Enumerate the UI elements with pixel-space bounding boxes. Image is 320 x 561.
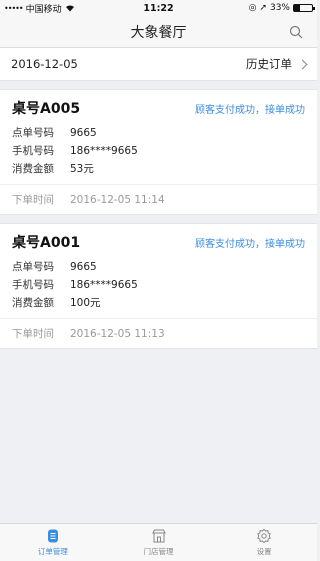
phone-value: 186****9665: [70, 279, 138, 291]
tab-label: 订单管理: [37, 547, 68, 556]
history-orders-link[interactable]: 历史订单: [246, 56, 308, 72]
order-card[interactable]: 桌号A001 顾客支付成功，接单成功 点单号码 9665 手机号码 186****9…: [0, 223, 317, 349]
location-icon: ➚: [259, 3, 267, 13]
tab-label: 设置: [256, 547, 272, 556]
battery-percent: 33%: [269, 3, 290, 13]
order-time-value: 2016-12-05 11:14: [70, 193, 165, 206]
phone-label: 手机号码: [12, 145, 54, 157]
order-no-label: 点单号码: [12, 261, 54, 273]
tab-label: 门店管理: [143, 547, 174, 556]
amount-label: 消费金额: [12, 297, 54, 309]
store-icon: [151, 529, 166, 543]
tab-settings[interactable]: 设置: [211, 524, 317, 561]
table-number: 桌号A005: [12, 101, 81, 117]
tab-order-management[interactable]: 订单管理: [0, 524, 106, 561]
signal-icon: •••••: [4, 3, 24, 13]
table-number: 桌号A001: [12, 235, 81, 251]
current-date: 2016-12-05: [11, 57, 78, 71]
order-status: 顾客支付成功，接单成功: [195, 239, 305, 250]
rotation-lock-icon: ◎: [248, 3, 257, 13]
nav-bar: 大象餐厅: [0, 16, 317, 48]
order-status: 顾客支付成功，接单成功: [195, 105, 305, 116]
history-orders-label: 历史订单: [246, 57, 292, 71]
carrier-label: 中国移动: [25, 4, 62, 15]
order-card[interactable]: 桌号A005 顾客支付成功，接单成功 点单号码 9665 手机号码 186****9…: [0, 89, 317, 215]
phone-value: 186****9665: [70, 145, 138, 157]
wifi-icon: [65, 5, 74, 12]
date-bar: 2016-12-05 历史订单: [0, 48, 317, 81]
order-time-label: 下单时间: [12, 194, 54, 206]
gear-icon: [257, 528, 272, 544]
status-bar: ••••• 中国移动 11:22 ◎ ➚ 33%: [0, 0, 317, 16]
tab-bar: 订单管理 门店管理 设置: [0, 523, 317, 561]
order-time-value: 2016-12-05 11:13: [70, 327, 165, 340]
amount-value: 53元: [70, 163, 94, 175]
search-icon[interactable]: [289, 25, 303, 39]
page-title: 大象餐厅: [130, 24, 187, 41]
chevron-right-icon: [297, 59, 308, 69]
order-list-icon: [47, 529, 58, 543]
phone-label: 手机号码: [12, 279, 54, 291]
amount-label: 消费金额: [12, 163, 54, 175]
order-time-label: 下单时间: [12, 328, 54, 340]
tab-store-management[interactable]: 门店管理: [106, 524, 212, 561]
order-no-value: 9665: [70, 127, 97, 139]
order-no-label: 点单号码: [12, 127, 54, 139]
amount-value: 100元: [70, 297, 101, 309]
order-no-value: 9665: [70, 261, 97, 273]
battery-icon: [293, 4, 315, 12]
